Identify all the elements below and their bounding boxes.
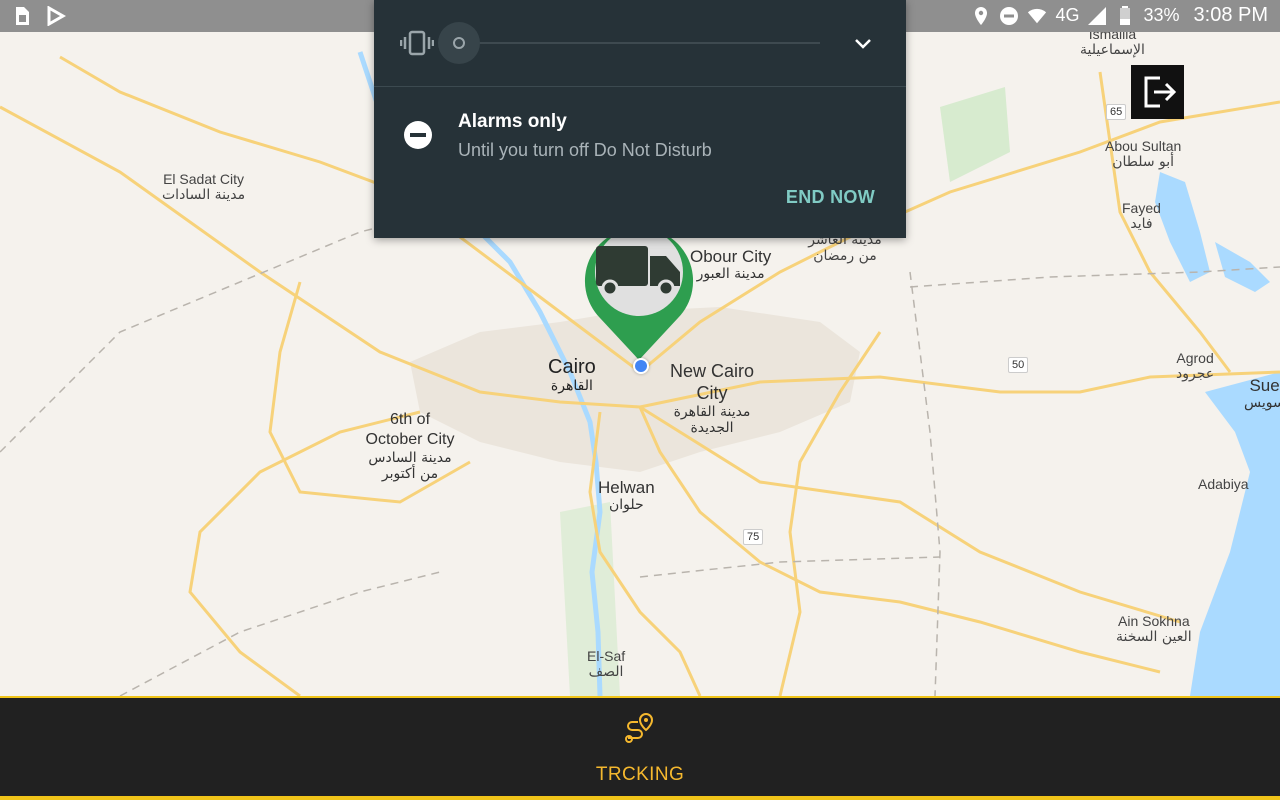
network-type: 4G: [1055, 5, 1080, 25]
volume-slider-thumb[interactable]: [438, 22, 480, 64]
wifi-icon: [1027, 6, 1047, 26]
end-now-button[interactable]: END NOW: [786, 187, 875, 208]
place-label: 6th of October City مدينة السادس من أكتوب…: [365, 411, 455, 482]
dnd-icon: [404, 121, 432, 149]
vibrate-icon: [399, 30, 435, 61]
battery-percent: 33%: [1143, 5, 1180, 25]
place-label: New Cairo City مدينة القاهرة الجديدة: [669, 361, 755, 436]
location-icon: [971, 6, 991, 26]
clock: 3:08 PM: [1193, 4, 1268, 26]
road-shield: 50: [1008, 357, 1029, 373]
bottom-nav: TRCKING: [0, 696, 1280, 800]
place-label: Suezالسويس: [1244, 376, 1280, 412]
place-label: Agrod عجرود: [1176, 350, 1215, 382]
dnd-subtitle: Until you turn off Do Not Disturb: [458, 140, 712, 160]
road-shield: 75: [743, 529, 764, 545]
battery-icon: [1115, 5, 1135, 26]
place-label: Abou Sultan أبو سلطان: [1105, 138, 1182, 170]
truck-marker[interactable]: [582, 224, 696, 364]
play-store-icon: [46, 6, 66, 26]
place-label: Adabiya: [1198, 476, 1249, 492]
place-label: Obour City مدينة العبور: [690, 247, 772, 283]
dnd-title: Alarms only: [458, 111, 567, 132]
tab-tracking-label: TRCKING: [595, 764, 685, 785]
current-location-dot: [633, 358, 649, 374]
road-shield: 65: [1106, 104, 1127, 120]
logout-button[interactable]: [1131, 65, 1184, 119]
place-label: Ismailia الإسماعيلية: [1080, 32, 1145, 58]
place-label: Ain Sokhna العين السخنة: [1116, 613, 1192, 645]
tab-tracking[interactable]: TRCKING: [560, 708, 720, 788]
place-label: El Sadat City مدينة السادات: [162, 171, 246, 203]
chevron-down-icon[interactable]: [852, 34, 874, 59]
dnd-notification-panel: Alarms only Until you turn off Do Not Di…: [374, 0, 906, 238]
signal-icon: [1087, 6, 1107, 26]
volume-row: [374, 0, 906, 87]
place-label: El-Saf الصف: [587, 648, 626, 680]
place-label: Fayed فايد: [1122, 200, 1161, 232]
sim-card-icon: [12, 6, 32, 26]
logout-icon: [1144, 76, 1176, 108]
route-tracking-icon: [624, 712, 656, 749]
place-label: Helwan حلوان: [598, 478, 655, 514]
dnd-icon: [999, 6, 1019, 26]
volume-slider-track[interactable]: [460, 42, 820, 44]
